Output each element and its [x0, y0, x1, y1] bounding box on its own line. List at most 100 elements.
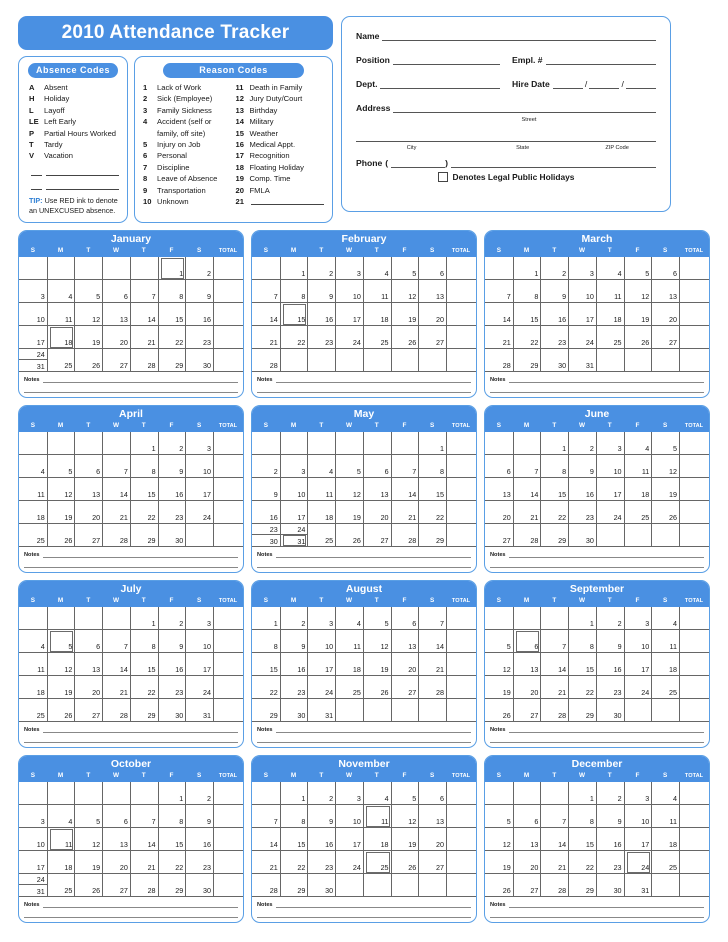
day-cell[interactable]: 15	[512, 302, 541, 325]
week-total-cell[interactable]	[445, 431, 476, 454]
day-cell[interactable]: 18	[362, 302, 391, 325]
reason-code-label[interactable]	[250, 196, 324, 207]
day-cell[interactable]: 21	[102, 675, 130, 698]
day-cell[interactable]: 9	[279, 629, 308, 652]
day-cell[interactable]: 19	[390, 302, 419, 325]
day-cell[interactable]: 7	[102, 454, 130, 477]
dept-input[interactable]	[380, 78, 500, 89]
day-cell[interactable]: 15	[568, 652, 596, 675]
day-cell[interactable]: 24	[623, 675, 652, 698]
day-cell[interactable]: 10	[279, 477, 308, 500]
absence-blank-row-1[interactable]	[31, 168, 119, 176]
day-cell[interactable]: 16	[595, 827, 624, 850]
day-cell[interactable]: 17	[185, 477, 213, 500]
day-cell[interactable]: 8	[157, 279, 186, 302]
day-cell-split-top[interactable]: 23	[252, 524, 280, 535]
day-cell[interactable]: 5	[46, 629, 75, 652]
week-total-cell[interactable]	[212, 698, 243, 721]
notes-input-line-1[interactable]	[275, 375, 471, 383]
day-cell[interactable]: 19	[390, 827, 419, 850]
day-cell[interactable]: 2	[568, 431, 596, 454]
day-cell[interactable]: 7	[512, 454, 541, 477]
day-cell[interactable]: 25	[362, 325, 391, 348]
day-cell[interactable]: 16	[185, 302, 213, 325]
day-cell[interactable]: 22	[279, 325, 308, 348]
day-cell[interactable]: 18	[19, 676, 47, 698]
notes-input-line-1[interactable]	[275, 725, 471, 733]
day-cell[interactable]: 15	[568, 827, 596, 850]
day-cell[interactable]: 17	[19, 326, 47, 348]
day-cell[interactable]: 7	[252, 805, 280, 827]
day-cell[interactable]: 30	[307, 873, 335, 896]
day-cell[interactable]: 9	[185, 279, 213, 302]
week-total-cell[interactable]	[678, 279, 709, 302]
day-cell[interactable]: 26	[46, 698, 75, 721]
day-cell[interactable]: 4	[623, 431, 652, 454]
week-total-cell[interactable]	[212, 827, 243, 850]
hire-date-month-input[interactable]	[552, 78, 583, 89]
day-cell[interactable]: 6	[102, 804, 130, 827]
day-cell[interactable]: 15	[279, 302, 308, 325]
week-total-cell[interactable]	[212, 477, 243, 500]
day-cell[interactable]: 13	[418, 279, 446, 302]
day-cell[interactable]: 20	[390, 652, 419, 675]
notes-input-line-2[interactable]	[490, 559, 704, 568]
notes-input-line-2[interactable]	[257, 384, 471, 393]
day-cell[interactable]: 21	[485, 326, 513, 348]
day-cell[interactable]: 19	[74, 850, 102, 873]
week-total-cell[interactable]	[212, 348, 243, 371]
day-cell[interactable]: 19	[46, 500, 75, 523]
day-cell[interactable]: 31	[307, 698, 335, 721]
day-cell[interactable]: 26	[335, 523, 363, 546]
city-input[interactable]	[356, 131, 468, 142]
day-cell[interactable]: 2	[157, 606, 186, 629]
day-cell[interactable]: 23	[568, 500, 596, 523]
day-cell[interactable]: 5	[390, 781, 419, 804]
phone-area-code-input[interactable]	[391, 157, 446, 168]
day-cell[interactable]: 5	[335, 454, 363, 477]
day-cell[interactable]: 9	[185, 804, 213, 827]
day-cell[interactable]: 8	[279, 804, 308, 827]
day-cell[interactable]: 14	[485, 303, 513, 325]
day-cell[interactable]: 13	[74, 477, 102, 500]
day-cell[interactable]: 13	[74, 652, 102, 675]
week-total-cell[interactable]	[212, 675, 243, 698]
notes-input-line-2[interactable]	[490, 909, 704, 918]
week-total-cell[interactable]	[678, 873, 709, 896]
notes-input-line-2[interactable]	[24, 734, 238, 743]
day-cell[interactable]: 17	[19, 851, 47, 873]
day-cell[interactable]: 10	[19, 828, 47, 850]
hire-date-day-input[interactable]	[589, 78, 620, 89]
day-cell[interactable]: 26	[362, 675, 391, 698]
day-cell[interactable]: 22	[252, 676, 280, 698]
day-cell[interactable]: 22	[279, 850, 308, 873]
day-cell[interactable]: 22	[512, 325, 541, 348]
day-cell[interactable]: 12	[485, 828, 513, 850]
day-cell[interactable]: 1	[157, 781, 186, 804]
week-total-cell[interactable]	[678, 850, 709, 873]
day-cell[interactable]: 6	[512, 629, 541, 652]
day-cell[interactable]: 30	[157, 523, 186, 546]
week-total-cell[interactable]	[678, 652, 709, 675]
day-cell[interactable]: 17	[185, 652, 213, 675]
day-cell[interactable]: 23	[185, 850, 213, 873]
day-cell[interactable]: 14	[252, 303, 280, 325]
day-cell[interactable]: 19	[74, 325, 102, 348]
day-cell[interactable]: 7	[390, 454, 419, 477]
day-cell[interactable]: 24	[185, 675, 213, 698]
week-total-cell[interactable]	[678, 454, 709, 477]
week-total-cell[interactable]	[445, 629, 476, 652]
day-cell[interactable]: 19	[46, 675, 75, 698]
day-cell-split-bottom[interactable]: 31	[19, 885, 47, 896]
day-cell[interactable]: 14	[252, 828, 280, 850]
week-total-cell[interactable]	[445, 500, 476, 523]
week-total-cell[interactable]	[212, 850, 243, 873]
day-cell[interactable]: 25	[651, 850, 679, 873]
day-cell[interactable]: 5	[623, 256, 652, 279]
day-cell[interactable]: 2	[307, 781, 335, 804]
day-cell[interactable]: 1	[129, 431, 158, 454]
day-cell[interactable]: 6	[362, 454, 391, 477]
day-cell[interactable]: 12	[74, 302, 102, 325]
day-cell[interactable]: 1	[418, 431, 446, 454]
notes-input-line-1[interactable]	[42, 900, 238, 908]
